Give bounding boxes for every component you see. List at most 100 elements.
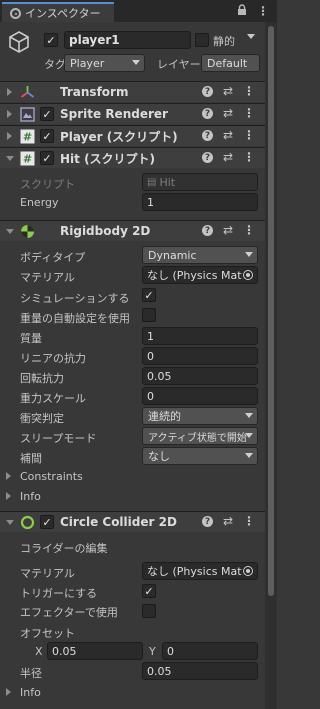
energy-input[interactable]: 1 xyxy=(142,193,258,211)
radius-input[interactable]: 0.05 xyxy=(142,662,258,680)
mass-label: 質量 xyxy=(20,332,42,345)
offset-y-value: 0 xyxy=(167,644,174,658)
svg-text:#: # xyxy=(23,131,32,144)
help-icon[interactable]: ? xyxy=(201,152,213,163)
offset-y-input[interactable]: 0 xyxy=(162,642,258,660)
component-header-player-script[interactable]: # ✓ Player (スクリプト) ? ⇄ ⋮ xyxy=(0,125,265,146)
enabled-checkbox[interactable]: ✓ xyxy=(40,151,54,165)
collision-detection-value: 連続的 xyxy=(148,410,181,423)
object-picker-icon[interactable] xyxy=(243,566,253,576)
linear-drag-input[interactable]: 0 xyxy=(142,347,258,365)
energy-value: 1 xyxy=(147,195,154,209)
tab-title: インスペクター xyxy=(25,7,101,20)
script-file-icon: ▤ xyxy=(147,176,157,188)
edit-collider-label[interactable]: コライダーの編集 xyxy=(20,540,108,556)
foldout-arrow-icon[interactable] xyxy=(7,88,12,96)
angular-drag-label: 回転抗力 xyxy=(20,372,64,385)
rb-material-field[interactable]: なし (Physics Mat xyxy=(142,266,258,284)
svg-text:#: # xyxy=(23,153,32,166)
rb-info-foldout[interactable]: Info xyxy=(20,490,41,503)
layer-value: Default xyxy=(207,56,248,70)
mass-input[interactable]: 1 xyxy=(142,327,258,345)
info-foldout-icon[interactable] xyxy=(6,688,11,696)
rigidbody-icon xyxy=(21,225,34,238)
enabled-checkbox[interactable]: ✓ xyxy=(40,129,54,143)
cc-material-field[interactable]: なし (Physics Mat xyxy=(142,562,258,580)
component-title: Player (スクリプト) xyxy=(60,129,178,144)
interpolate-label: 補間 xyxy=(20,452,42,465)
component-title: Rigidbody 2D xyxy=(60,224,151,238)
constraints-foldout[interactable]: Constraints xyxy=(20,470,83,483)
component-header-hit-script[interactable]: # ✓ Hit (スクリプト) ? ⇄ ⋮ xyxy=(0,147,265,168)
help-icon[interactable]: ? xyxy=(201,108,213,119)
sleep-mode-dropdown[interactable]: アクティブ状態で開始 xyxy=(142,427,258,445)
enabled-checkbox[interactable]: ✓ xyxy=(40,107,54,121)
preset-icon[interactable]: ⇄ xyxy=(223,515,233,527)
radius-value: 0.05 xyxy=(147,664,172,678)
is-trigger-checkbox[interactable]: ✓ xyxy=(142,584,156,598)
rb-material-value: なし (Physics Mat xyxy=(147,269,242,282)
preset-icon[interactable]: ⇄ xyxy=(223,151,233,163)
preset-icon[interactable]: ⇄ xyxy=(223,107,233,119)
offset-x-input[interactable]: 0.05 xyxy=(47,642,143,660)
component-title: Transform xyxy=(60,85,129,99)
constraints-foldout-icon[interactable] xyxy=(6,472,11,480)
foldout-arrow-icon[interactable] xyxy=(6,520,14,525)
info-foldout-icon[interactable] xyxy=(6,492,11,500)
layer-dropdown[interactable]: Default xyxy=(201,54,260,72)
chevron-down-icon xyxy=(245,453,253,458)
static-checkbox[interactable] xyxy=(195,33,209,47)
scrollbar-thumb[interactable] xyxy=(268,26,274,596)
component-menu-icon[interactable]: ⋮ xyxy=(243,151,255,163)
help-icon[interactable]: ? xyxy=(201,225,213,236)
preset-icon[interactable]: ⇄ xyxy=(223,224,233,236)
static-dropdown-arrow-icon[interactable] xyxy=(247,34,255,39)
tag-dropdown[interactable]: Player xyxy=(64,54,145,72)
component-menu-icon[interactable]: ⋮ xyxy=(243,224,255,236)
foldout-arrow-icon[interactable] xyxy=(6,156,14,161)
circle-collider-icon xyxy=(20,515,35,530)
is-trigger-label: トリガーにする xyxy=(20,587,98,600)
simulated-checkbox[interactable]: ✓ xyxy=(142,288,156,302)
chevron-down-icon xyxy=(245,252,253,257)
kebab-menu-icon[interactable]: ⋮ xyxy=(257,4,269,19)
angular-drag-input[interactable]: 0.05 xyxy=(142,367,258,385)
help-icon[interactable]: ? xyxy=(201,86,213,97)
gameobject-name-input[interactable]: player1 xyxy=(64,31,191,49)
tab-inspector[interactable]: インスペクター xyxy=(2,2,114,22)
interpolate-dropdown[interactable]: なし xyxy=(142,447,258,465)
enabled-checkbox[interactable]: ✓ xyxy=(40,515,54,529)
foldout-arrow-icon[interactable] xyxy=(6,229,14,234)
help-icon[interactable]: ? xyxy=(201,130,213,141)
lock-icon[interactable] xyxy=(237,4,247,19)
tag-label: タグ xyxy=(44,58,66,71)
preset-icon[interactable]: ⇄ xyxy=(223,129,233,141)
component-header-sprite-renderer[interactable]: ✓ Sprite Renderer ? ⇄ ⋮ xyxy=(0,103,265,124)
component-menu-icon[interactable]: ⋮ xyxy=(243,515,255,527)
component-menu-icon[interactable]: ⋮ xyxy=(243,85,255,97)
vertical-scrollbar[interactable] xyxy=(265,22,277,709)
auto-mass-label: 重量の自動設定を使用 xyxy=(20,312,130,325)
auto-mass-checkbox[interactable] xyxy=(142,308,156,322)
component-menu-icon[interactable]: ⋮ xyxy=(243,129,255,141)
gravity-scale-input[interactable]: 0 xyxy=(142,387,258,405)
preset-icon[interactable]: ⇄ xyxy=(223,85,233,97)
body-type-label: ボディタイプ xyxy=(20,251,86,264)
used-by-effector-checkbox[interactable] xyxy=(142,604,156,618)
collision-detection-dropdown[interactable]: 連続的 xyxy=(142,407,258,425)
gameobject-active-checkbox[interactable]: ✓ xyxy=(44,33,58,47)
help-icon[interactable]: ? xyxy=(201,516,213,527)
gameobject-cube-icon xyxy=(9,31,29,53)
body-type-dropdown[interactable]: Dynamic xyxy=(142,246,258,264)
foldout-arrow-icon[interactable] xyxy=(7,132,12,140)
component-header-rigidbody2d[interactable]: Rigidbody 2D ? ⇄ ⋮ xyxy=(0,220,265,241)
foldout-arrow-icon[interactable] xyxy=(7,110,12,118)
component-title: Sprite Renderer xyxy=(60,107,168,121)
component-header-circle-collider2d[interactable]: ✓ Circle Collider 2D ? ⇄ ⋮ xyxy=(0,511,265,532)
component-header-transform[interactable]: Transform ? ⇄ ⋮ xyxy=(0,81,265,102)
object-picker-icon[interactable] xyxy=(243,270,253,280)
linear-drag-label: リニアの抗力 xyxy=(20,352,86,365)
component-menu-icon[interactable]: ⋮ xyxy=(243,107,255,119)
chevron-down-icon xyxy=(245,433,253,438)
cc-info-foldout[interactable]: Info xyxy=(20,686,41,699)
